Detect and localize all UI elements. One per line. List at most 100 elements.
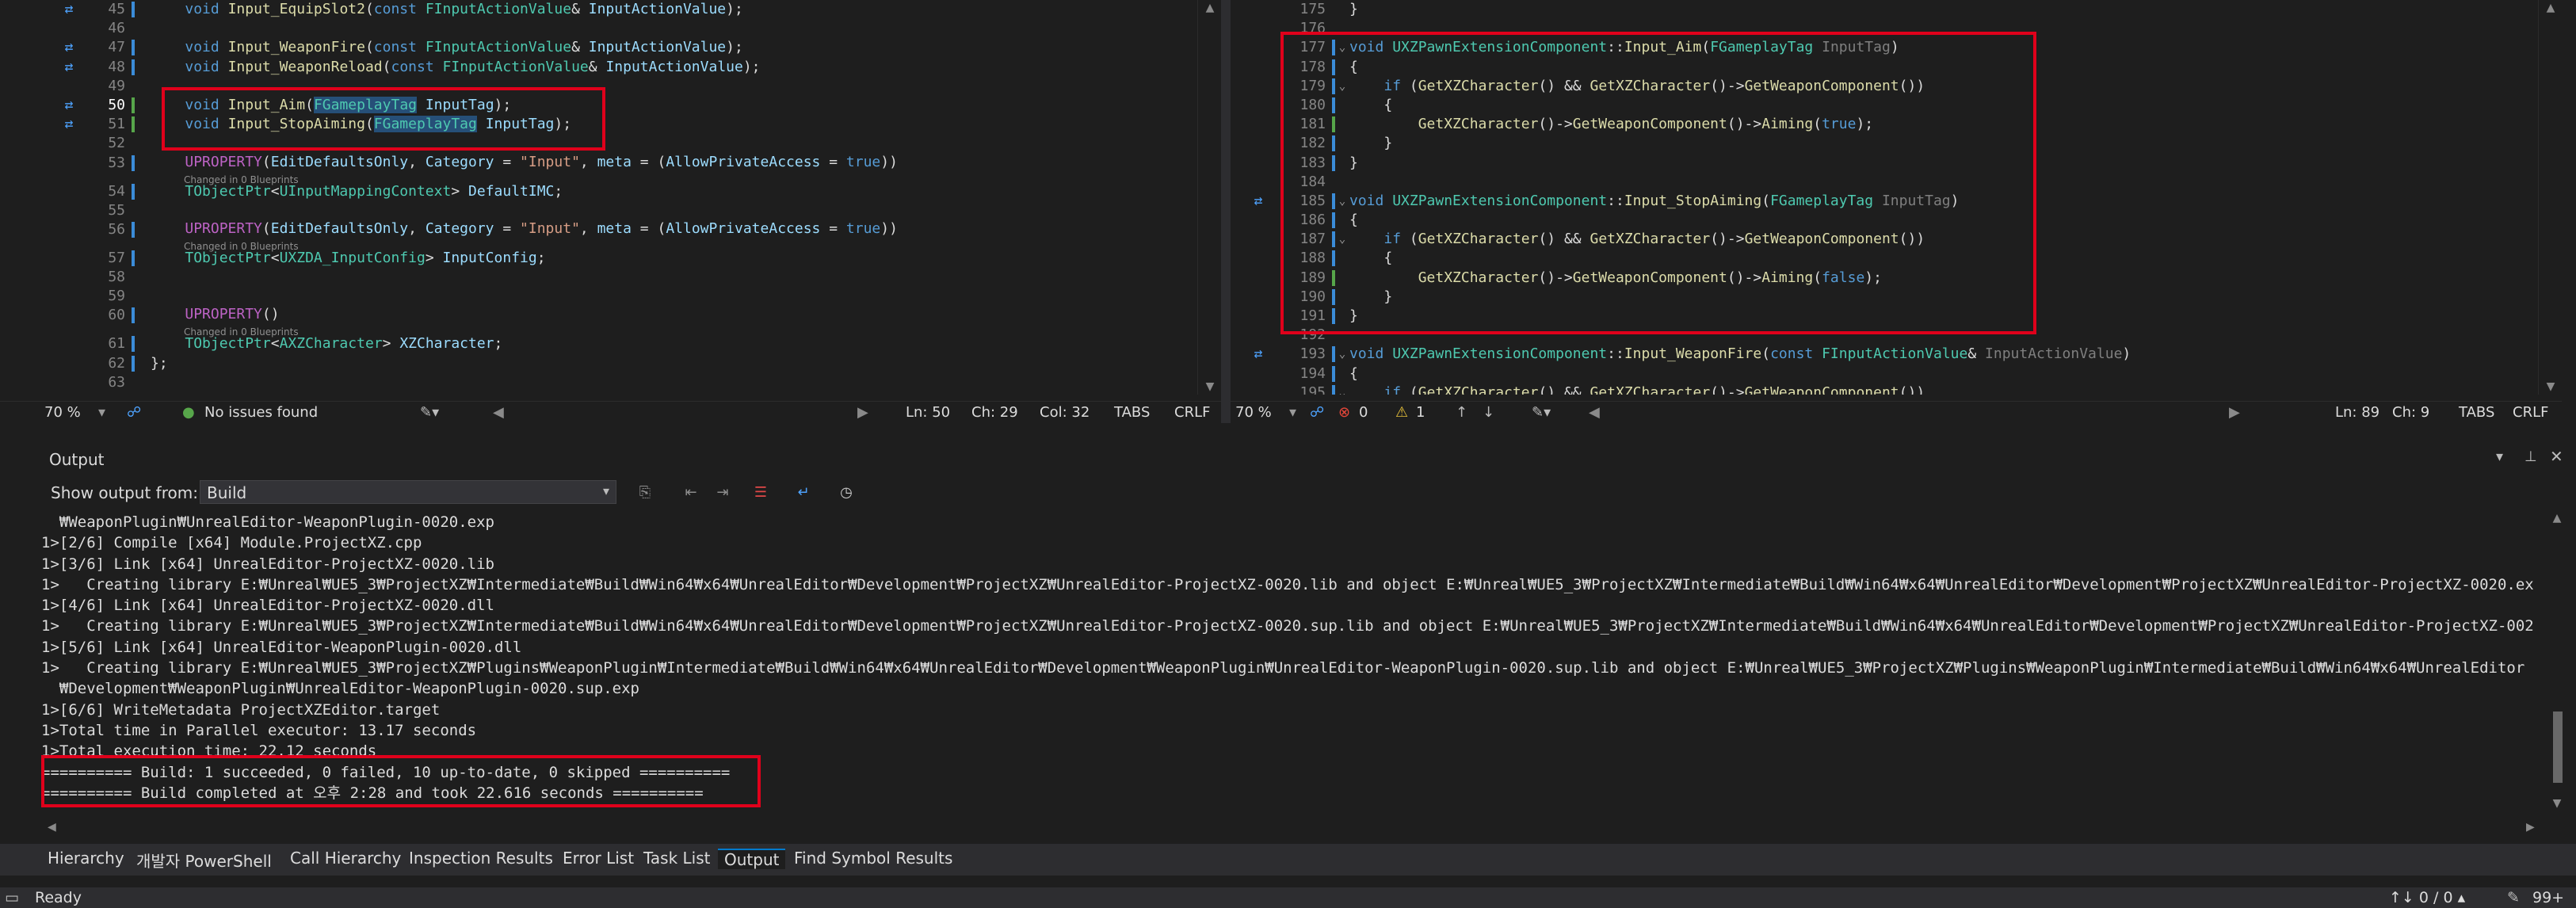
code-line[interactable]: 62}; [0,354,1197,373]
fold-toggle-icon[interactable]: ⌄ [1337,192,1348,211]
code-line[interactable]: ⇄ 193 ⌄ void UXZPawnExtensionComponent::Inp… [1231,345,2538,364]
code-text[interactable]: }; [151,354,168,373]
code-line[interactable]: 61 TObjectPtr<AXZCharacter> XZCharacter; [0,334,1197,353]
copilot-icon[interactable]: ☍ [127,404,141,421]
tab-call-hierarchy[interactable]: Call Hierarchy [290,849,401,868]
go-to-definition-icon[interactable]: ⇄ [59,96,79,115]
scroll-down-arrow-icon[interactable]: ▼ [2545,797,2569,810]
fold-toggle-icon[interactable]: ⌄ [1337,345,1348,364]
code-line[interactable]: ⇄ 185 ⌄ void UXZPawnExtensionComponent::Inp… [1231,192,2538,211]
tab-error-list[interactable]: Error List [563,849,634,868]
code-line[interactable]: 176 [1231,19,2538,38]
issues-status[interactable]: No issues found [204,404,318,421]
code-text[interactable]: void UXZPawnExtensionComponent::Input_We… [1349,345,2131,364]
code-line[interactable]: 189 GetXZCharacter()->GetWeaponComponent… [1231,269,2538,288]
scroll-left-icon[interactable]: ◀ [493,404,504,421]
go-to-definition-icon[interactable]: ⇄ [1248,192,1269,211]
code-line[interactable]: 63 [0,373,1197,392]
code-line[interactable]: 183} [1231,154,2538,173]
editor-splitter[interactable] [1221,0,1231,423]
code-text[interactable]: void Input_StopAiming(FGameplayTag Input… [151,115,571,134]
line-ending[interactable]: CRLF [1174,404,1210,421]
code-line[interactable]: ⇄ 48 void Input_WeaponReload(const FInput… [0,58,1197,77]
code-text[interactable]: { [1349,211,1358,230]
tab-task-list[interactable]: Task List [643,849,710,868]
code-text[interactable]: UPROPERTY(EditDefaultsOnly, Category = "… [151,219,898,238]
code-text[interactable]: } [1349,134,1392,153]
next-message-icon[interactable]: ⇥ [713,483,732,502]
find-message-icon[interactable]: ⎘ [635,483,654,502]
brush-icon[interactable]: ✎▾ [1532,404,1551,421]
tab-hierarchy[interactable]: Hierarchy [48,849,124,868]
error-count[interactable]: 0 [1359,404,1368,421]
code-line[interactable]: 55 [0,201,1197,220]
code-line[interactable]: ⇄ 47 void Input_WeaponFire(const FInputAc… [0,38,1197,57]
indent-mode[interactable]: TABS [2459,404,2494,421]
window-position-icon[interactable]: ▾ [2496,448,2503,465]
code-line[interactable]: ⇄ 50 void Input_Aim(FGameplayTag InputTag… [0,96,1197,115]
code-line[interactable]: 60 UPROPERTY() Changed in 0 Blueprints [0,306,1197,338]
fold-toggle-icon[interactable]: ⌄ [1337,383,1348,395]
code-text[interactable]: } [1349,307,1358,326]
pin-icon[interactable]: ⊥ [2524,448,2537,465]
code-text[interactable]: void Input_Aim(FGameplayTag InputTag); [151,96,511,115]
scroll-up-arrow-icon[interactable]: ▲ [1198,2,1221,14]
code-line[interactable]: 56 UPROPERTY(EditDefaultsOnly, Category … [0,219,1197,252]
scroll-left-icon[interactable]: ◀ [48,821,56,834]
code-text[interactable]: GetXZCharacter()->GetWeaponComponent()->… [1349,269,1882,288]
code-line[interactable]: 58 [0,268,1197,287]
copilot-icon[interactable]: ☍ [1310,404,1324,421]
code-text[interactable]: void Input_WeaponReload(const FInputActi… [151,58,760,77]
go-to-definition-icon[interactable]: ⇄ [59,38,79,57]
code-text[interactable]: TObjectPtr<UXZDA_InputConfig> InputConfi… [151,249,545,268]
output-text[interactable]: ₩WeaponPlugin₩UnrealEditor-WeaponPlugin-… [41,512,2533,813]
code-text[interactable]: GetXZCharacter()->GetWeaponComponent()->… [1349,115,1873,134]
scroll-up-arrow-icon[interactable]: ▲ [2545,512,2569,525]
code-line[interactable]: 175} [1231,0,2538,19]
code-line[interactable]: 177 ⌄ void UXZPawnExtensionComponent::Inpu… [1231,38,2538,57]
tab-find-symbol-results[interactable]: Find Symbol Results [794,849,952,868]
previous-message-icon[interactable]: ⇤ [681,483,700,502]
output-vertical-scrollbar[interactable]: ▲ ▼ [2545,512,2569,813]
code-line[interactable]: 188 { [1231,249,2538,268]
tab-output[interactable]: Output [718,849,786,869]
right-editor-pane[interactable]: 175} 176 177 ⌄ void UXZPawnExtensionComponen… [1231,0,2562,423]
code-text[interactable]: { [1349,364,1358,383]
code-line[interactable]: 195 ⌄ if (GetXZCharacter() && GetXZCharac… [1231,383,2538,395]
code-line[interactable]: 178 { [1231,58,2538,77]
warning-count[interactable]: 1 [1416,404,1425,421]
code-line[interactable]: 57 TObjectPtr<UXZDA_InputConfig> InputCo… [0,249,1197,268]
code-line[interactable]: 187 ⌄ if (GetXZCharacter() && GetXZCharac… [1231,230,2538,249]
code-text[interactable]: if (GetXZCharacter() && GetXZCharacter()… [1349,383,1925,395]
code-text[interactable]: void Input_EquipSlot2(const FInputAction… [151,0,742,19]
code-line[interactable]: 49 [0,77,1197,96]
code-line[interactable]: 192 [1231,326,2538,345]
tab-inspection-results[interactable]: Inspection Results [409,849,553,868]
scroll-thumb[interactable] [2553,712,2563,783]
go-to-definition-icon[interactable]: ⇄ [59,115,79,134]
code-text[interactable]: TObjectPtr<AXZCharacter> XZCharacter; [151,334,502,353]
right-vertical-scrollbar[interactable]: ▲ ▼ [2538,0,2562,395]
code-text[interactable]: } [1349,0,1358,19]
code-line[interactable]: 53 UPROPERTY(EditDefaultsOnly, Category … [0,154,1197,185]
code-text[interactable]: } [1349,288,1392,307]
fold-toggle-icon[interactable]: ⌄ [1337,38,1348,57]
code-text[interactable]: { [1349,96,1392,115]
code-text[interactable]: } [1349,154,1358,173]
zoom-dropdown-icon[interactable]: ▾ [98,404,105,421]
code-text[interactable]: if (GetXZCharacter() && GetXZCharacter()… [1349,77,1925,96]
code-text[interactable]: { [1349,58,1358,77]
word-wrap-icon[interactable]: ↵ [794,483,813,502]
code-line[interactable]: 184 [1231,173,2538,192]
code-line[interactable]: 181 GetXZCharacter()->GetWeaponComponent… [1231,115,2538,134]
close-icon[interactable]: ✕ [2550,447,2563,466]
brush-icon[interactable]: ✎▾ [420,404,439,421]
zoom-level[interactable]: 70 % [44,404,81,421]
code-line[interactable]: 186 { [1231,211,2538,230]
fold-toggle-icon[interactable]: ⌄ [1337,230,1348,249]
code-line[interactable]: ⇄ 45 void Input_EquipSlot2(const FInputAc… [0,0,1197,19]
code-text[interactable]: if (GetXZCharacter() && GetXZCharacter()… [1349,230,1925,249]
show-output-from-select[interactable]: Build ▾ [200,480,616,504]
tab-powershell[interactable]: 개발자 PowerShell [136,849,272,872]
zoom-level[interactable]: 70 % [1235,404,1272,421]
